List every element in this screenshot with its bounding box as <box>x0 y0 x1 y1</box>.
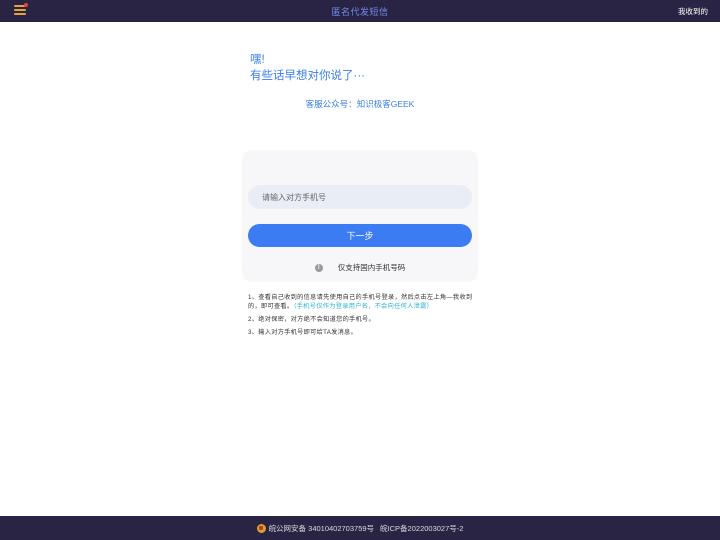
instruction-3: 3、输入对方手机号即可给TA发消息。 <box>248 329 358 336</box>
notification-dot <box>24 3 28 7</box>
greeting-line-1: 嘿! <box>250 54 265 66</box>
info-icon: ! <box>314 263 323 272</box>
greeting: 嘿! 有些话早想对你说了··· <box>250 52 365 84</box>
phone-form-card: 下一步 ! 仅支持国内手机号码 <box>242 150 478 282</box>
top-bar: 匿名代发短信 我收到的 <box>0 0 720 22</box>
domestic-only-hint: ! 仅支持国内手机号码 <box>242 262 478 273</box>
service-account: 客服公众号：知识极客GEEK <box>0 98 720 110</box>
instruction-1: 1、查看自己收到的信息请先使用自己的手机号登录，然后点击左上角—我收到的，即可查… <box>248 293 478 311</box>
icp-record-link[interactable]: 皖ICP备2022003027号-2 <box>380 523 463 534</box>
greeting-line-2: 有些话早想对你说了··· <box>250 70 365 82</box>
menu-button[interactable] <box>14 3 28 17</box>
menu-icon-bar <box>14 9 26 11</box>
instruction-2: 2、绝对保密，对方绝不会知道您的手机号。 <box>248 316 376 323</box>
page: 匿名代发短信 我收到的 嘿! 有些话早想对你说了··· 客服公众号：知识极客GE… <box>0 0 720 540</box>
service-label: 客服公众号： <box>305 99 357 109</box>
instructions: 1、查看自己收到的信息请先使用自己的手机号登录，然后点击左上角—我收到的，即可查… <box>248 293 478 341</box>
police-badge-icon <box>256 523 266 533</box>
hint-text: 仅支持国内手机号码 <box>337 263 406 272</box>
instruction-1-highlight: （手机号仅作为登录用户名，不会向任何人泄露） <box>293 303 434 310</box>
received-messages-link[interactable]: 我收到的 <box>678 6 708 17</box>
service-name: 知识极客GEEK <box>356 99 415 109</box>
next-button[interactable]: 下一步 <box>248 224 472 247</box>
menu-icon-bar <box>14 13 26 15</box>
footer: 皖公网安备 34010402703759号 皖ICP备2022003027号-2 <box>0 516 720 540</box>
police-record-link[interactable]: 皖公网安备 34010402703759号 <box>269 523 374 534</box>
page-title: 匿名代发短信 <box>331 7 389 18</box>
phone-input[interactable] <box>248 185 472 209</box>
